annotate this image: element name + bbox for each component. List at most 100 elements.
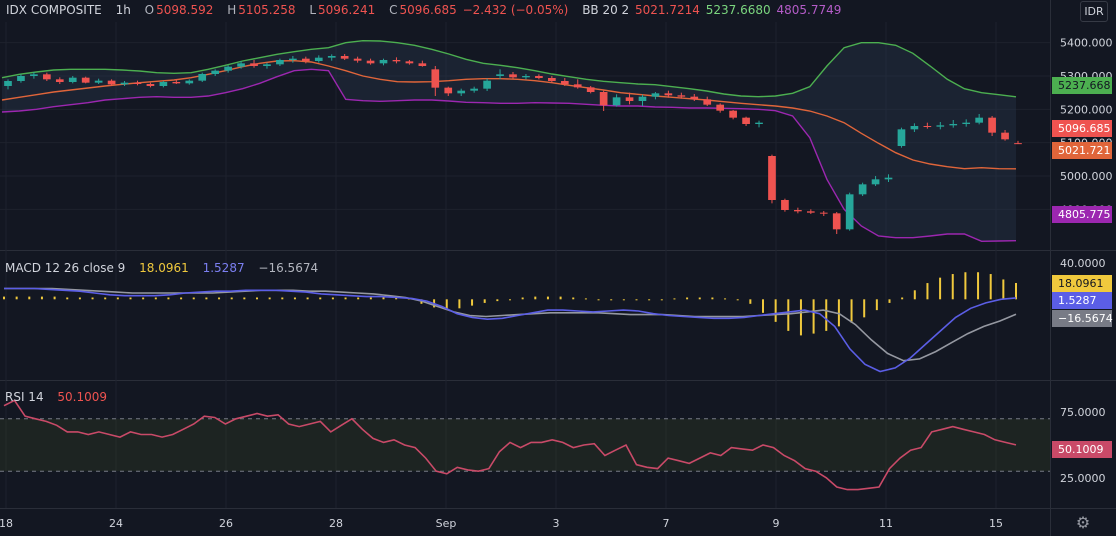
- macd-histogram-bar: [129, 297, 132, 300]
- macd-histogram-bar: [635, 299, 638, 301]
- macd-histogram-bar: [78, 297, 81, 300]
- macd-tag-signal: −16.5674: [1052, 310, 1113, 327]
- macd-histogram-bar: [724, 298, 727, 300]
- candle-body: [405, 61, 414, 64]
- price-tag-bb-basis-text: 5021.721: [1058, 144, 1111, 157]
- macd-histogram-bar: [711, 297, 714, 300]
- candle-body: [975, 117, 983, 123]
- candle-body: [716, 104, 725, 111]
- interval[interactable]: 1h: [116, 3, 131, 17]
- macd-histogram-bar: [875, 299, 878, 311]
- macd-histogram-bar: [977, 272, 980, 300]
- rsi-label[interactable]: RSI 14: [5, 390, 44, 404]
- rsi-value: 50.1009: [57, 390, 108, 404]
- time-tick-label: 15: [989, 517, 1003, 530]
- price-tag-bb-upper: 5237.668: [1052, 77, 1112, 94]
- macd-histogram-bar: [192, 297, 195, 300]
- macd-histogram-bar: [850, 299, 853, 323]
- rsi-legend: RSI 14 50.1009: [5, 390, 109, 404]
- price-tag-last: 5096.685: [1052, 120, 1112, 137]
- currency-badge[interactable]: IDR: [1080, 1, 1108, 22]
- macd-histogram-bar: [546, 296, 549, 300]
- open-label: O: [144, 3, 155, 17]
- candle-body: [522, 76, 530, 78]
- price-tag-bb-basis: 5021.721: [1052, 142, 1112, 159]
- close-value: 5096.685: [399, 3, 457, 17]
- candle-body: [340, 56, 349, 59]
- candle-body: [17, 76, 25, 81]
- symbol-name[interactable]: IDX COMPOSITE: [6, 3, 102, 17]
- macd-label[interactable]: MACD 12 26 close 9: [5, 261, 125, 275]
- candle-body: [560, 81, 569, 85]
- candle-body: [729, 110, 737, 118]
- macd-histogram-bar: [774, 299, 777, 322]
- candle-body: [431, 69, 440, 88]
- candle-body: [30, 74, 38, 76]
- macd-histogram-bar: [104, 297, 107, 300]
- candle-body: [949, 124, 958, 126]
- rsi-tag-value: 50.1009: [1052, 441, 1112, 458]
- candle-body: [910, 126, 919, 130]
- macd-histogram-bar: [142, 297, 145, 300]
- price-tag-bb-lower-text: 4805.775: [1058, 208, 1111, 221]
- macd-histogram-bar: [673, 298, 676, 300]
- macd-histogram-bar: [749, 299, 752, 304]
- macd-tag-macd: 1.5287: [1052, 292, 1112, 309]
- candle-body: [172, 82, 181, 84]
- rsi-series: [0, 399, 1050, 491]
- macd-histogram-bar: [939, 277, 942, 300]
- bb-basis-value: 5021.7214: [635, 3, 700, 17]
- price-tick-label: 5000.000: [1060, 170, 1113, 183]
- candle-body: [690, 96, 699, 100]
- candle-body: [858, 184, 867, 195]
- macd-histogram-bar: [230, 297, 233, 300]
- macd-histogram-bar: [3, 296, 5, 300]
- macd-histogram-bar: [736, 299, 739, 301]
- close-label: C: [389, 3, 398, 17]
- macd-histogram-bar: [281, 297, 284, 300]
- candle-body: [470, 88, 478, 91]
- candle-body: [327, 56, 336, 58]
- price-tick-label: 5400.000: [1060, 37, 1113, 50]
- candle-body: [107, 80, 116, 85]
- candle-body: [133, 82, 142, 84]
- candle-body: [638, 96, 647, 101]
- macd-histogram-bar: [509, 299, 511, 301]
- candle-body: [897, 129, 906, 146]
- macd-histogram-bar: [521, 297, 524, 300]
- trading-chart-screen: 5400.0005300.0005200.0005100.0005000.000…: [0, 0, 1116, 536]
- rsi-tick-label: 75.0000: [1060, 406, 1106, 419]
- candle-body: [806, 211, 815, 213]
- macd-histogram-bar: [369, 297, 372, 300]
- time-tick-label: 18: [0, 517, 13, 530]
- bb-lower-value: 4805.7749: [776, 3, 842, 17]
- candle-body: [81, 77, 90, 83]
- price-axis[interactable]: 5400.0005300.0005200.0005100.0005000.000…: [1060, 37, 1113, 485]
- candle-body: [263, 64, 271, 66]
- time-axis[interactable]: 18 24 26 28 Sep 3 7 9 11 15: [0, 517, 1003, 530]
- macd-histogram-bar: [1002, 279, 1005, 300]
- candle-body: [586, 87, 595, 92]
- gear-icon[interactable]: ⚙: [1074, 514, 1092, 532]
- macd-histogram-bar: [660, 299, 663, 301]
- candle-body: [768, 156, 776, 200]
- candle-body: [599, 92, 608, 106]
- macd-value: 1.5287: [202, 261, 245, 275]
- macd-histogram-bar: [154, 297, 157, 300]
- macd-histogram-bar: [825, 299, 828, 331]
- bb-label[interactable]: BB 20 2: [582, 3, 629, 17]
- macd-histogram-bar: [91, 297, 94, 300]
- candle-body: [55, 79, 64, 82]
- macd-histogram-bar: [218, 297, 221, 300]
- candle-body: [185, 80, 194, 84]
- macd-histogram-bar: [799, 299, 802, 336]
- candle-body: [250, 63, 258, 66]
- macd-histogram-bar: [989, 274, 992, 300]
- candle-body: [573, 84, 582, 88]
- candle-body: [94, 80, 103, 83]
- candle-body: [43, 74, 51, 80]
- macd-histogram-bar: [787, 299, 790, 331]
- macd-tag-histogram-text: 18.0961: [1058, 277, 1104, 290]
- time-tick-label: 11: [879, 517, 893, 530]
- candle-body: [845, 194, 854, 230]
